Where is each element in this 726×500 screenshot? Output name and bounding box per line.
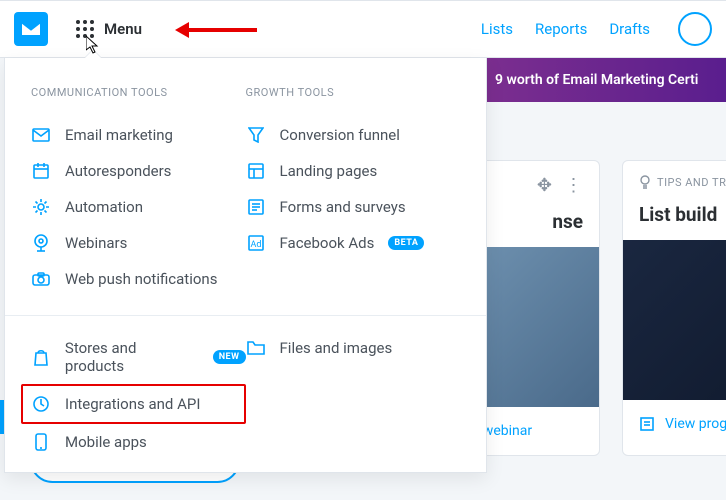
kebab-icon[interactable]: ⋮ <box>565 175 584 196</box>
nav-lists[interactable]: Lists <box>481 20 513 38</box>
dashboard-card: TIPS AND TRICKS List build sne View prog… <box>622 160 726 456</box>
lightbulb-icon <box>639 175 651 189</box>
menu-divider <box>5 315 486 316</box>
ad-icon: Ad <box>246 235 266 251</box>
menu-item-label: Web push notifications <box>65 270 217 288</box>
menu-item-integrations-api[interactable]: Integrations and API <box>31 390 236 418</box>
layout-icon <box>246 163 266 179</box>
menu-label: Menu <box>104 20 142 38</box>
menu-item-stores-products[interactable]: Stores and products NEW <box>31 330 246 384</box>
menu-col-growth: GROWTH TOOLS Conversion funnel Landing p… <box>246 86 461 297</box>
section-heading-growth: GROWTH TOOLS <box>246 86 461 99</box>
menu-item-label: Conversion funnel <box>280 126 400 144</box>
list-icon <box>639 416 655 432</box>
circle-button[interactable] <box>678 12 712 46</box>
promo-text: 9 worth of Email Marketing Certi <box>495 72 698 88</box>
mobile-icon <box>31 433 51 451</box>
menu-col-bottom-left: Stores and products NEW Integrations and… <box>31 330 246 460</box>
menu-item-label: Files and images <box>280 339 393 357</box>
nav-drafts[interactable]: Drafts <box>609 20 650 38</box>
section-heading-communication: COMMUNICATION TOOLS <box>31 86 246 99</box>
form-icon <box>246 199 266 215</box>
card-image: sne <box>623 240 726 400</box>
shopping-bag-icon <box>31 348 51 366</box>
menu-item-label: Facebook Ads <box>280 234 375 252</box>
menu-item-email-marketing[interactable]: Email marketing <box>31 117 246 153</box>
folder-icon <box>246 341 266 355</box>
envelope-icon <box>31 128 51 142</box>
card-header: TIPS AND TRICKS <box>623 161 726 203</box>
menu-item-label: Email marketing <box>65 126 173 144</box>
card-category: TIPS AND TRICKS <box>657 176 726 189</box>
funnel-icon <box>246 127 266 143</box>
menu-item-autoresponders[interactable]: Autoresponders <box>31 153 246 189</box>
menu-item-label: Stores and products <box>65 339 199 375</box>
menu-item-label: Autoresponders <box>65 162 171 180</box>
new-badge: NEW <box>213 350 246 364</box>
menu-item-label: Webinars <box>65 234 127 252</box>
annotation-highlight: Integrations and API <box>21 384 246 424</box>
menu-col-communication: COMMUNICATION TOOLS Email marketing Auto… <box>31 86 246 297</box>
menu-item-label: Forms and surveys <box>280 198 406 216</box>
apps-grid-icon <box>76 20 94 38</box>
menu-item-conversion-funnel[interactable]: Conversion funnel <box>246 117 461 153</box>
menu-item-automation[interactable]: Automation <box>31 189 246 225</box>
top-nav: Lists Reports Drafts <box>481 12 712 46</box>
menu-item-forms-surveys[interactable]: Forms and surveys <box>246 189 461 225</box>
menu-item-web-push[interactable]: Web push notifications <box>31 261 246 297</box>
nav-reports[interactable]: Reports <box>535 20 587 38</box>
main-menu-dropdown: COMMUNICATION TOOLS Email marketing Auto… <box>4 58 487 473</box>
card-title: List build <box>623 203 726 240</box>
beta-badge: BETA <box>388 236 424 250</box>
gear-icon <box>31 198 51 216</box>
menu-item-webinars[interactable]: Webinars <box>31 225 246 261</box>
plug-icon <box>31 395 51 413</box>
envelope-icon <box>21 22 41 36</box>
menu-item-landing-pages[interactable]: Landing pages <box>246 153 461 189</box>
calendar-icon <box>31 163 51 179</box>
app-logo[interactable] <box>14 12 48 46</box>
menu-item-label: Mobile apps <box>65 433 147 451</box>
menu-button[interactable]: Menu <box>76 20 142 38</box>
dropdown-caret-icon <box>85 50 101 58</box>
menu-item-facebook-ads[interactable]: Ad Facebook Ads BETA <box>246 225 461 261</box>
promo-banner[interactable]: 9 worth of Email Marketing Certi <box>487 58 726 102</box>
card-footer-link[interactable]: View progr <box>623 400 726 448</box>
menu-item-label: Landing pages <box>280 162 378 180</box>
webcam-icon <box>31 234 51 252</box>
menu-item-mobile-apps[interactable]: Mobile apps <box>31 424 246 460</box>
menu-item-files-images[interactable]: Files and images <box>246 330 461 366</box>
menu-item-label: Automation <box>65 198 143 216</box>
move-icon[interactable]: ✥ <box>537 175 553 196</box>
menu-item-label: Integrations and API <box>65 395 200 413</box>
camera-icon <box>31 272 51 286</box>
svg-text:Ad: Ad <box>250 240 261 250</box>
menu-col-bottom-right: Files and images <box>246 330 461 460</box>
top-bar: Menu Lists Reports Drafts <box>0 0 726 58</box>
card-footer-label: View progr <box>665 416 726 432</box>
